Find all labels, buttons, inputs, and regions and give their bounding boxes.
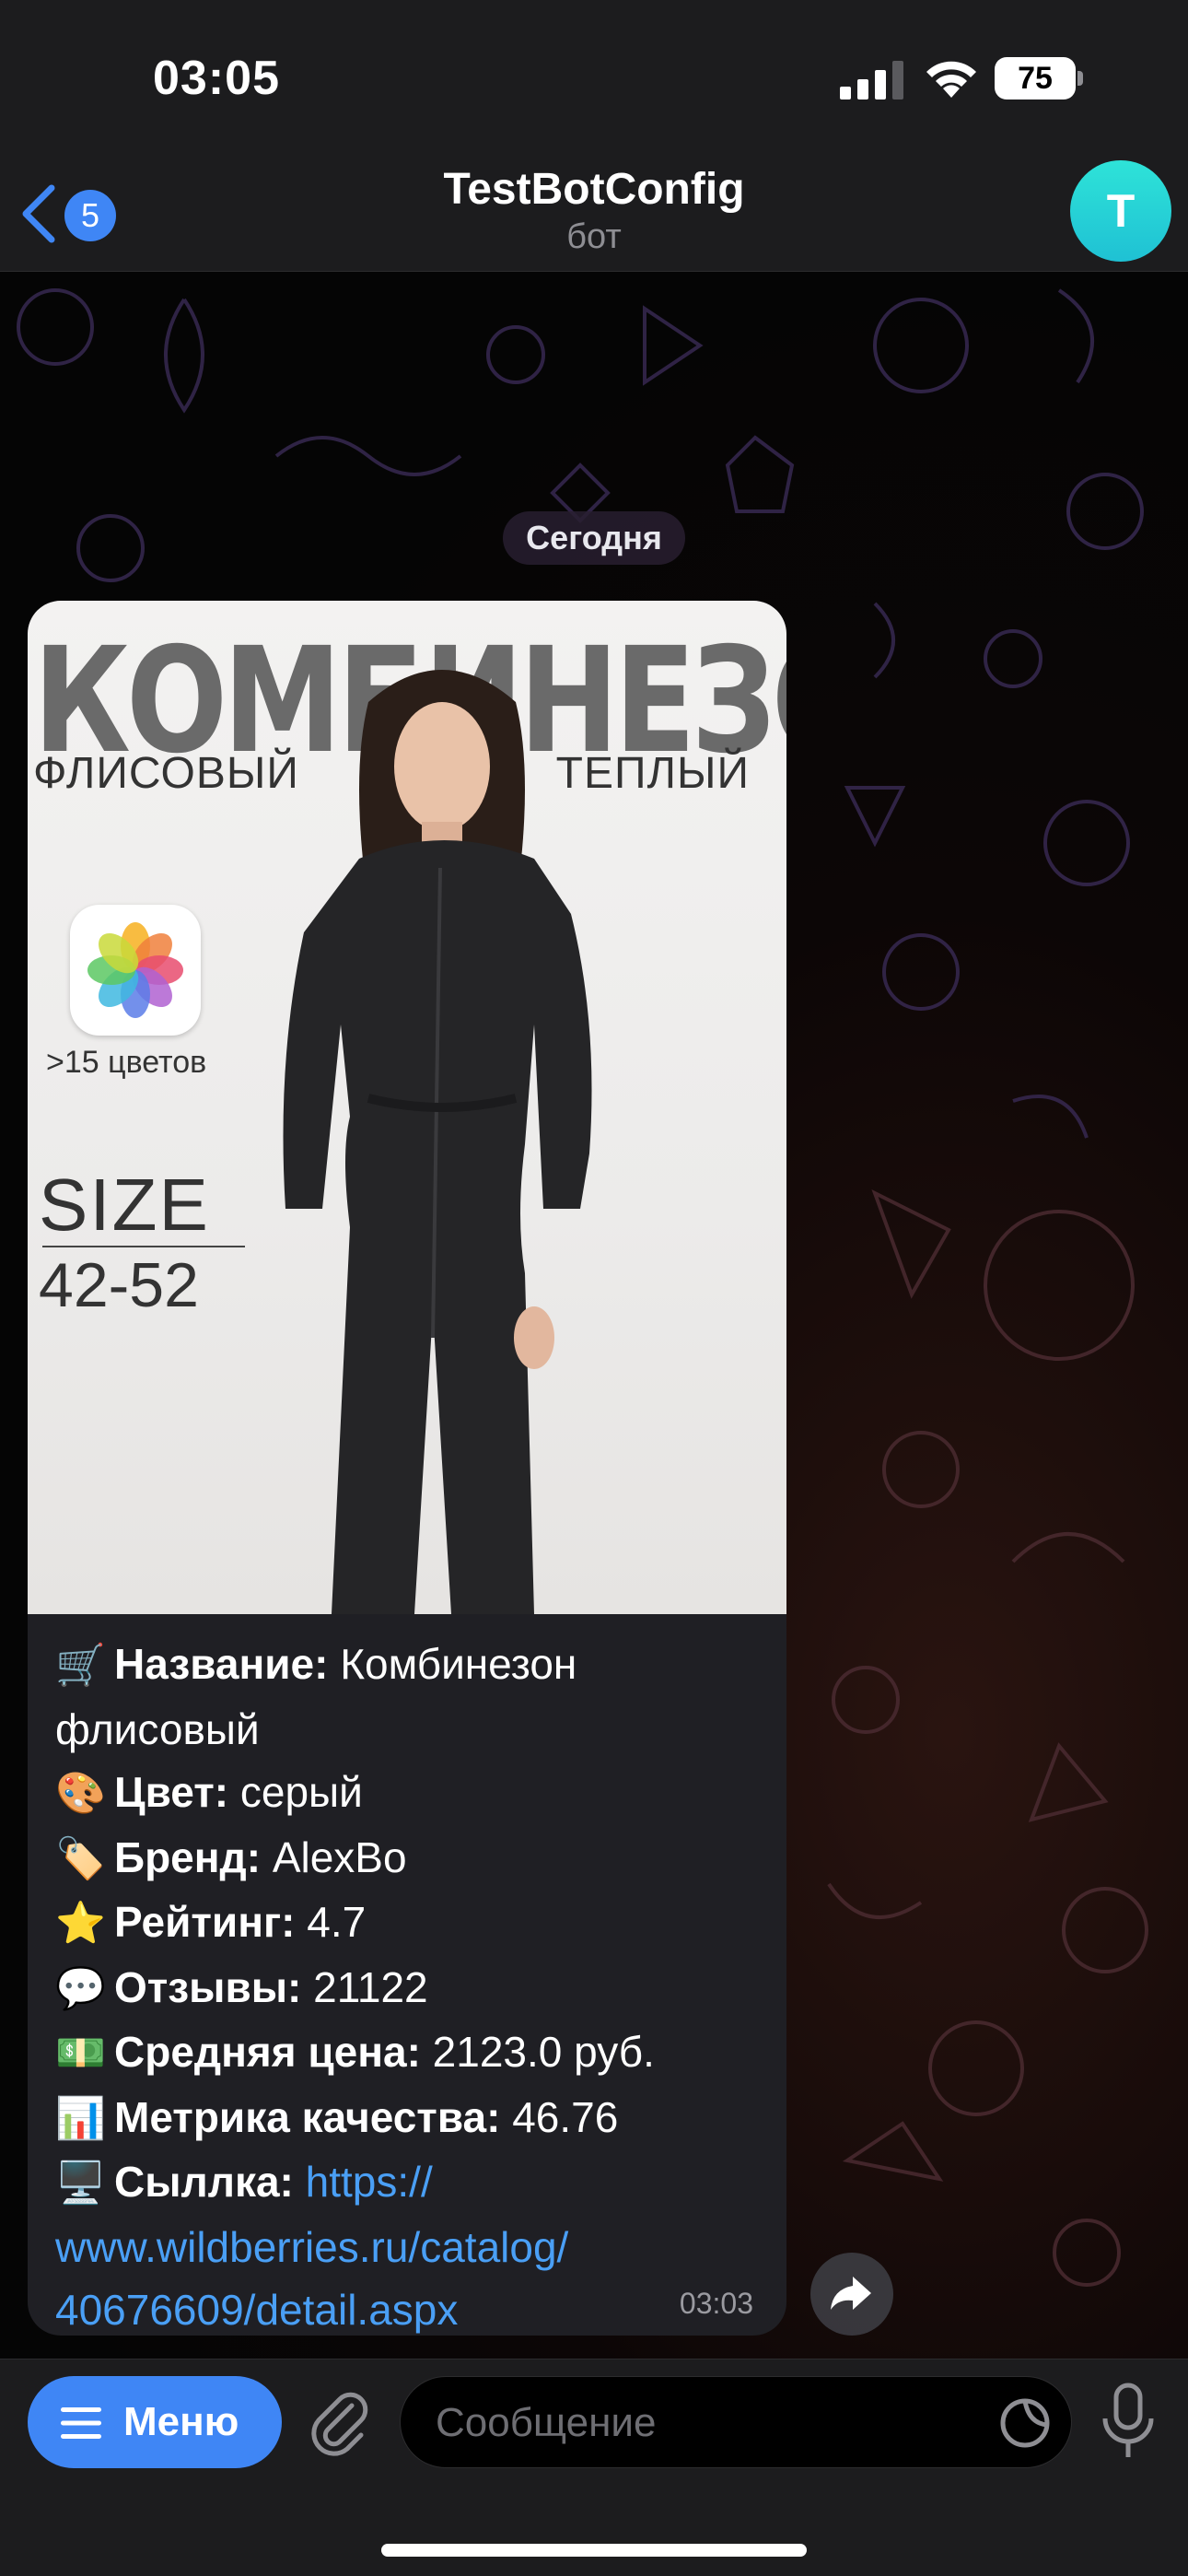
status-time: 03:05 (153, 52, 280, 105)
field-value: Комбинезон (328, 1640, 577, 1688)
chart-icon: 📊 (55, 2095, 106, 2141)
microphone-icon[interactable] (1096, 2380, 1160, 2463)
message-line: 💬 Отзывы: 21122 (55, 1956, 774, 2021)
message-bubble[interactable]: КОМБИНЕЗОН ФЛИСОВЫЙ ТЕПЛЫЙ (28, 601, 786, 2336)
field-value: серый (228, 1768, 363, 1816)
photos-app-icon (70, 905, 201, 1036)
cellular-signal-icon (840, 61, 903, 100)
menu-label: Меню (123, 2399, 239, 2444)
home-indicator (381, 2544, 807, 2557)
model-figure (283, 670, 592, 1614)
size-range: 42-52 (39, 1250, 199, 1320)
field-value: 21122 (301, 1962, 428, 2011)
field-label: Бренд: (114, 1832, 262, 1881)
chat-subtitle: бот (566, 217, 622, 256)
forward-button[interactable] (810, 2253, 893, 2336)
hamburger-icon (61, 2407, 101, 2439)
sticker-icon[interactable] (997, 2395, 1053, 2451)
product-link[interactable]: https:// (294, 2158, 433, 2206)
field-value: 46.76 (500, 2092, 619, 2141)
date-chip: Сегодня (503, 511, 685, 565)
product-link[interactable]: www.wildberries.ru/catalog/ (55, 2223, 568, 2271)
field-label: Название: (114, 1640, 329, 1688)
size-divider (42, 1246, 245, 1247)
field-label: Цвет: (114, 1768, 229, 1816)
message-text: 🛒 Название: Комбинезон флисовый 🎨 Цвет: се… (55, 1633, 774, 2336)
menu-button[interactable]: Меню (28, 2376, 282, 2468)
product-link[interactable]: 40676609/detail.aspx (55, 2286, 458, 2334)
star-icon: ⭐ (55, 1901, 106, 1946)
chat-title[interactable]: TestBotConfig (0, 164, 1188, 215)
cart-icon: 🛒 (55, 1643, 106, 1688)
message-line: 🛒 Название: Комбинезон (55, 1633, 774, 1698)
message-line: 🏷️ Бренд: AlexBo (55, 1826, 774, 1891)
chat-area[interactable]: Сегодня КОМБИНЕЗОН ФЛИСОВЫЙ ТЕПЛЫЙ (0, 272, 1188, 2359)
monitor-icon: 🖥️ (55, 2160, 106, 2206)
message-line: www.wildberries.ru/catalog/ (55, 2216, 774, 2279)
palette-icon: 🎨 (55, 1771, 106, 1816)
tag-icon: 🏷️ (55, 1835, 106, 1881)
forward-arrow-icon (831, 2277, 871, 2310)
avatar[interactable]: T (1070, 160, 1171, 262)
message-line: 🖥️ Сыллка: https:// (55, 2150, 774, 2216)
message-input[interactable] (436, 2377, 951, 2469)
field-value: AlexBo (261, 1832, 407, 1881)
message-line: 💵 Средняя цена: 2123.0 руб. (55, 2020, 774, 2086)
message-line: 🎨 Цвет: серый (55, 1761, 774, 1826)
wifi-icon (926, 61, 976, 98)
message-time: 03:03 (679, 2287, 753, 2320)
money-icon: 💵 (55, 2031, 106, 2076)
field-label: Сыллка: (114, 2158, 294, 2206)
input-bar: Меню (0, 2359, 1188, 2576)
message-line: флисовый (55, 1698, 774, 1762)
message-line: ⭐ Рейтинг: 4.7 (55, 1891, 774, 1956)
paperclip-icon[interactable] (304, 2385, 378, 2459)
battery-level: 75 (1018, 61, 1053, 96)
battery-indicator: 75 (995, 57, 1083, 100)
message-line: 📊 Метрика качества: 46.76 (55, 2086, 774, 2151)
status-bar: 03:05 75 (0, 0, 1188, 157)
field-label: Отзывы: (114, 1962, 302, 2011)
field-value: 4.7 (295, 1898, 367, 1946)
field-value: 2123.0 руб. (420, 2028, 655, 2076)
message-field[interactable] (400, 2376, 1072, 2469)
size-label: SIZE (39, 1164, 210, 1246)
message-line: 40676609/detail.aspx (55, 2278, 774, 2336)
chat-header: 5 TestBotConfig бот T (0, 157, 1188, 272)
field-label: Средняя цена: (114, 2028, 421, 2076)
field-label: Рейтинг: (114, 1898, 296, 1946)
product-photo[interactable]: КОМБИНЕЗОН ФЛИСОВЫЙ ТЕПЛЫЙ (28, 601, 786, 1614)
colors-caption: >15 цветов (46, 1045, 207, 1080)
field-label: Метрика качества: (114, 2092, 501, 2141)
field-value: флисовый (55, 1704, 260, 1753)
speech-bubble-icon: 💬 (55, 1965, 106, 2011)
